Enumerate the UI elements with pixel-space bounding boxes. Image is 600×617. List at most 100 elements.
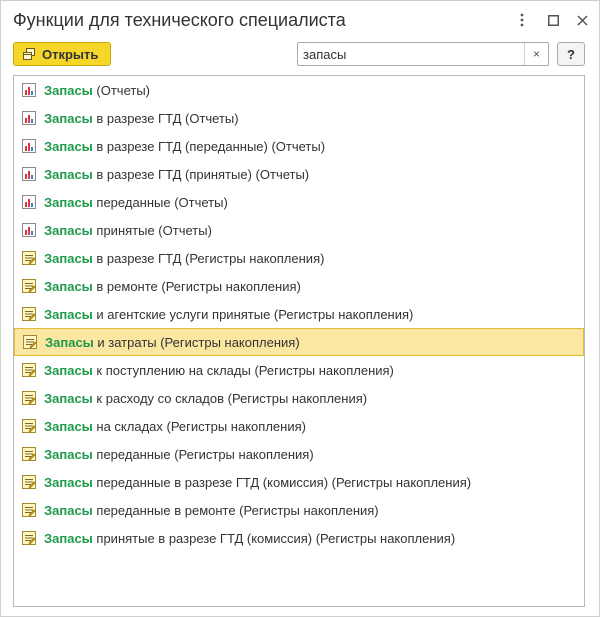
list-item-description: в разрезе ГТД (Регистры накопления) — [92, 250, 325, 266]
open-form-icon — [23, 48, 35, 60]
list-item-label: Запасы переданные (Регистры накопления) — [44, 447, 314, 462]
list-item[interactable]: Запасы (Отчеты) — [14, 76, 584, 104]
list-item[interactable]: Запасы в разрезе ГТД (переданные) (Отчет… — [14, 132, 584, 160]
search-match: Запасы — [44, 110, 93, 126]
open-button-label: Открыть — [42, 46, 99, 62]
list-item-label: Запасы к расходу со складов (Регистры на… — [44, 391, 367, 406]
list-item-description: переданные (Регистры накопления) — [92, 446, 314, 462]
report-icon — [22, 167, 36, 181]
list-item-description: принятые в разрезе ГТД (комиссия) (Регис… — [92, 530, 456, 546]
more-vertical-icon[interactable] — [513, 11, 531, 29]
list-item-description: и затраты (Регистры накопления) — [93, 334, 300, 350]
search-match: Запасы — [44, 166, 93, 182]
list-item-description: в разрезе ГТД (переданные) (Отчеты) — [92, 138, 326, 154]
list-item-description: в разрезе ГТД (принятые) (Отчеты) — [92, 166, 310, 182]
search-match: Запасы — [44, 306, 93, 322]
list-item[interactable]: Запасы и затраты (Регистры накопления) — [14, 328, 584, 356]
report-icon — [22, 111, 36, 125]
list-item[interactable]: Запасы и агентские услуги принятые (Реги… — [14, 300, 584, 328]
register-icon — [22, 503, 36, 517]
register-icon — [22, 475, 36, 489]
search-match: Запасы — [44, 82, 93, 98]
report-icon — [22, 223, 36, 237]
list-item-label: Запасы в разрезе ГТД (переданные) (Отчет… — [44, 139, 325, 154]
list-item-label: Запасы в разрезе ГТД (принятые) (Отчеты) — [44, 167, 309, 182]
list-item[interactable]: Запасы на складах (Регистры накопления) — [14, 412, 584, 440]
list-item-description: в разрезе ГТД (Отчеты) — [92, 110, 239, 126]
search-match: Запасы — [44, 362, 93, 378]
list-item-label: Запасы на складах (Регистры накопления) — [44, 419, 306, 434]
list-item[interactable]: Запасы в ремонте (Регистры накопления) — [14, 272, 584, 300]
list-item[interactable]: Запасы к поступлению на склады (Регистры… — [14, 356, 584, 384]
list-item-description: на складах (Регистры накопления) — [92, 418, 306, 434]
search-match: Запасы — [44, 390, 93, 406]
register-icon — [22, 363, 36, 377]
search-match: Запасы — [44, 446, 93, 462]
search-match: Запасы — [44, 222, 93, 238]
list-item-label: Запасы принятые (Отчеты) — [44, 223, 212, 238]
search-match: Запасы — [44, 194, 93, 210]
register-icon — [22, 391, 36, 405]
list-item-label: Запасы в ремонте (Регистры накопления) — [44, 279, 301, 294]
search-match: Запасы — [44, 502, 93, 518]
search-match: Запасы — [44, 474, 93, 490]
results-list: Запасы (Отчеты) Запасы в разрезе ГТД (Отч… — [13, 75, 585, 607]
title-bar: Функции для технического специалиста — [1, 1, 599, 39]
search-match: Запасы — [44, 138, 93, 154]
list-item-label: Запасы в разрезе ГТД (Отчеты) — [44, 111, 239, 126]
list-item[interactable]: Запасы переданные (Отчеты) — [14, 188, 584, 216]
register-icon — [22, 531, 36, 545]
list-item-description: к поступлению на склады (Регистры накопл… — [92, 362, 394, 378]
list-item[interactable]: Запасы принятые (Отчеты) — [14, 216, 584, 244]
list-item[interactable]: Запасы в разрезе ГТД (Отчеты) — [14, 104, 584, 132]
list-item-label: Запасы принятые в разрезе ГТД (комиссия)… — [44, 531, 455, 546]
list-item-label: Запасы переданные в ремонте (Регистры на… — [44, 503, 379, 518]
search-match: Запасы — [44, 418, 93, 434]
maximize-icon[interactable] — [544, 11, 562, 29]
window-title: Функции для технического специалиста — [13, 10, 346, 30]
report-icon — [22, 139, 36, 153]
list-item-description: принятые (Отчеты) — [92, 222, 212, 238]
search-input[interactable] — [298, 43, 522, 65]
list-item[interactable]: Запасы переданные (Регистры накопления) — [14, 440, 584, 468]
close-icon[interactable] — [573, 11, 591, 29]
help-button[interactable]: ? — [557, 42, 585, 66]
list-item-label: Запасы и агентские услуги принятые (Реги… — [44, 307, 413, 322]
register-icon — [23, 335, 37, 349]
list-item-description: переданные в разрезе ГТД (комиссия) (Рег… — [92, 474, 472, 490]
clear-search-icon[interactable]: × — [524, 43, 548, 65]
list-item-label: Запасы и затраты (Регистры накопления) — [45, 335, 300, 350]
list-item-label: Запасы (Отчеты) — [44, 83, 150, 98]
list-item-description: и агентские услуги принятые (Регистры на… — [92, 306, 414, 322]
search-box: × — [297, 42, 549, 66]
register-icon — [22, 419, 36, 433]
list-item-label: Запасы переданные (Отчеты) — [44, 195, 228, 210]
search-match: Запасы — [45, 334, 94, 350]
report-icon — [22, 83, 36, 97]
register-icon — [22, 447, 36, 461]
report-icon — [22, 195, 36, 209]
search-match: Запасы — [44, 530, 93, 546]
list-item[interactable]: Запасы переданные в ремонте (Регистры на… — [14, 496, 584, 524]
register-icon — [22, 251, 36, 265]
list-item-description: к расходу со складов (Регистры накоплени… — [92, 390, 368, 406]
list-item[interactable]: Запасы принятые в разрезе ГТД (комиссия)… — [14, 524, 584, 552]
toolbar: Открыть × ? — [1, 39, 599, 71]
list-item-description: в ремонте (Регистры накопления) — [92, 278, 301, 294]
list-item-description: (Отчеты) — [92, 82, 151, 98]
list-item[interactable]: Запасы переданные в разрезе ГТД (комисси… — [14, 468, 584, 496]
list-item-description: переданные (Отчеты) — [92, 194, 228, 210]
list-item-description: переданные в ремонте (Регистры накоплени… — [92, 502, 379, 518]
list-item-label: Запасы переданные в разрезе ГТД (комисси… — [44, 475, 471, 490]
search-match: Запасы — [44, 278, 93, 294]
list-item[interactable]: Запасы в разрезе ГТД (принятые) (Отчеты) — [14, 160, 584, 188]
register-icon — [22, 307, 36, 321]
register-icon — [22, 279, 36, 293]
list-item-label: Запасы к поступлению на склады (Регистры… — [44, 363, 394, 378]
list-item-label: Запасы в разрезе ГТД (Регистры накоплени… — [44, 251, 324, 266]
search-match: Запасы — [44, 250, 93, 266]
window: Функции для технического специалиста Отк… — [0, 0, 600, 617]
list-item[interactable]: Запасы к расходу со складов (Регистры на… — [14, 384, 584, 412]
open-button[interactable]: Открыть — [13, 42, 111, 66]
list-item[interactable]: Запасы в разрезе ГТД (Регистры накоплени… — [14, 244, 584, 272]
